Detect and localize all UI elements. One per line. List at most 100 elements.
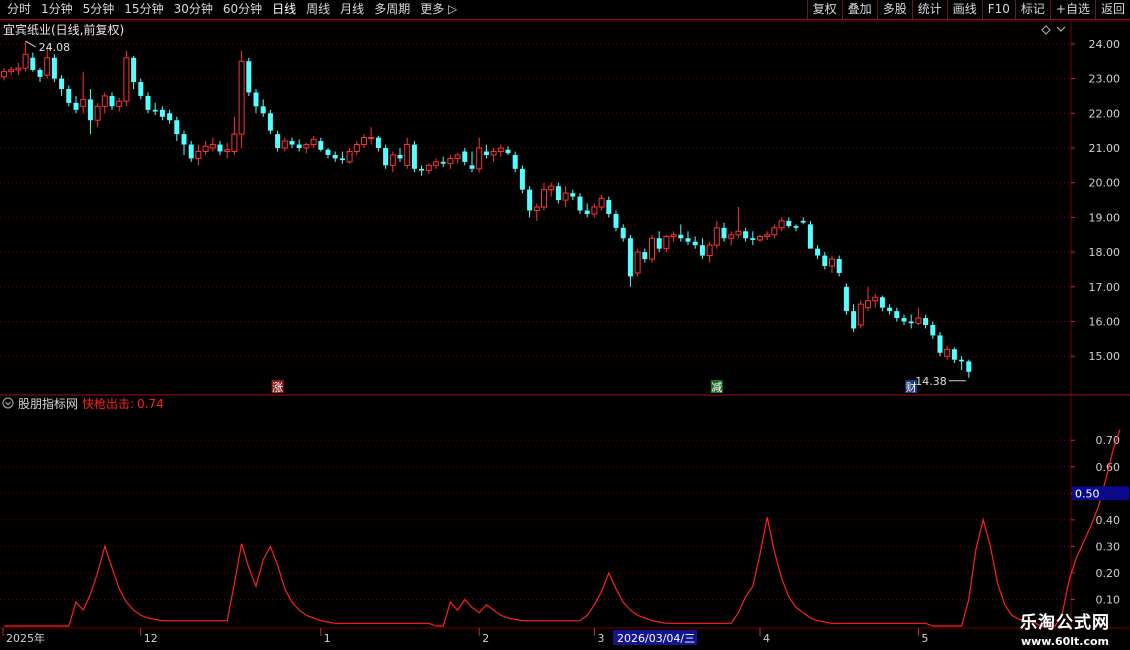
candle[interactable] <box>454 153 461 164</box>
candle[interactable] <box>951 347 957 364</box>
candle[interactable] <box>167 109 173 124</box>
candle[interactable] <box>606 196 612 218</box>
stock-chart[interactable]: 24.00 23.00 22.00 21.00 20.00 19.00 18.00 17.00… <box>0 0 1130 650</box>
candle[interactable] <box>51 54 57 83</box>
candle[interactable] <box>649 234 655 263</box>
candle[interactable] <box>138 78 144 100</box>
candle[interactable] <box>217 141 223 155</box>
candle[interactable] <box>699 238 705 260</box>
candle[interactable] <box>548 182 555 197</box>
candle[interactable] <box>389 151 396 173</box>
candle[interactable] <box>375 135 381 152</box>
candle[interactable] <box>332 151 338 162</box>
candle[interactable] <box>440 156 446 168</box>
candle[interactable] <box>872 293 879 308</box>
candle[interactable] <box>685 231 691 246</box>
candle[interactable] <box>519 165 525 194</box>
candle[interactable] <box>318 137 324 152</box>
indicator-series[interactable] <box>4 429 1121 627</box>
candle[interactable] <box>267 109 273 135</box>
candle[interactable] <box>634 248 641 277</box>
candle[interactable] <box>275 130 281 152</box>
candle[interactable] <box>656 231 662 253</box>
candle[interactable] <box>37 68 43 83</box>
candle[interactable] <box>224 142 231 159</box>
diamond-icon[interactable] <box>1041 25 1051 35</box>
candle[interactable] <box>73 95 79 114</box>
candle[interactable] <box>908 314 914 329</box>
candle[interactable] <box>901 314 907 325</box>
candle[interactable] <box>397 148 403 162</box>
candle[interactable] <box>678 224 684 242</box>
event-marker-2[interactable]: 财 <box>905 380 918 394</box>
candle[interactable] <box>879 295 885 312</box>
candle[interactable] <box>462 148 468 166</box>
candle[interactable] <box>497 144 504 157</box>
candle[interactable] <box>188 141 194 162</box>
candle[interactable] <box>469 151 475 173</box>
candle[interactable] <box>94 102 101 128</box>
candle[interactable] <box>527 186 533 218</box>
candle[interactable] <box>778 217 785 232</box>
candle[interactable] <box>159 106 165 121</box>
candle[interactable] <box>591 203 598 218</box>
candle[interactable] <box>829 255 835 273</box>
candle[interactable] <box>109 92 115 110</box>
candle[interactable] <box>353 141 360 155</box>
candle[interactable] <box>131 56 137 89</box>
candle[interactable] <box>325 148 331 159</box>
indicator-line[interactable] <box>4 429 1121 627</box>
candle[interactable] <box>743 227 749 242</box>
chevron-down-icon[interactable] <box>1056 26 1066 32</box>
candle[interactable] <box>181 130 187 155</box>
candle[interactable] <box>447 154 454 169</box>
candle[interactable] <box>296 139 302 152</box>
candle[interactable] <box>368 127 375 145</box>
candle[interactable] <box>894 307 900 322</box>
candle[interactable] <box>713 220 720 249</box>
candle[interactable] <box>822 252 828 270</box>
candle[interactable] <box>721 222 727 242</box>
candle[interactable] <box>533 203 540 221</box>
candle[interactable] <box>735 207 742 239</box>
candle[interactable] <box>174 116 180 142</box>
candle[interactable] <box>425 163 432 175</box>
candle[interactable] <box>101 92 108 114</box>
candle[interactable] <box>613 210 619 232</box>
candle[interactable] <box>836 255 842 277</box>
candle[interactable] <box>66 85 72 107</box>
candle[interactable] <box>663 234 670 253</box>
candle[interactable] <box>771 224 778 239</box>
candle[interactable] <box>116 97 123 112</box>
candle[interactable] <box>807 220 813 249</box>
candle[interactable] <box>562 186 569 207</box>
candle[interactable] <box>555 182 561 204</box>
candle[interactable] <box>22 41 29 72</box>
candle[interactable] <box>915 307 922 325</box>
candle[interactable] <box>246 57 252 96</box>
candle[interactable] <box>764 231 771 240</box>
candle[interactable] <box>857 300 864 329</box>
candle[interactable] <box>843 283 849 315</box>
candle[interactable] <box>281 137 288 152</box>
candle[interactable] <box>584 203 590 218</box>
candle[interactable] <box>123 50 130 107</box>
candle[interactable] <box>87 89 93 135</box>
indicator-collapse-icon[interactable] <box>2 397 14 409</box>
candle[interactable] <box>577 193 583 214</box>
candle[interactable] <box>670 231 677 242</box>
event-marker-1[interactable]: 减 <box>710 380 723 394</box>
candle[interactable] <box>289 137 295 148</box>
candle[interactable] <box>8 66 15 76</box>
candle[interactable] <box>433 158 439 169</box>
candle[interactable] <box>346 148 353 164</box>
candle[interactable] <box>404 137 411 169</box>
candle[interactable] <box>411 141 417 173</box>
candle[interactable] <box>865 286 871 312</box>
candle[interactable] <box>815 245 821 260</box>
candle[interactable] <box>59 75 65 96</box>
candle[interactable] <box>692 236 698 249</box>
candle[interactable] <box>476 137 483 173</box>
candle[interactable] <box>80 71 87 114</box>
candle[interactable] <box>627 234 633 287</box>
